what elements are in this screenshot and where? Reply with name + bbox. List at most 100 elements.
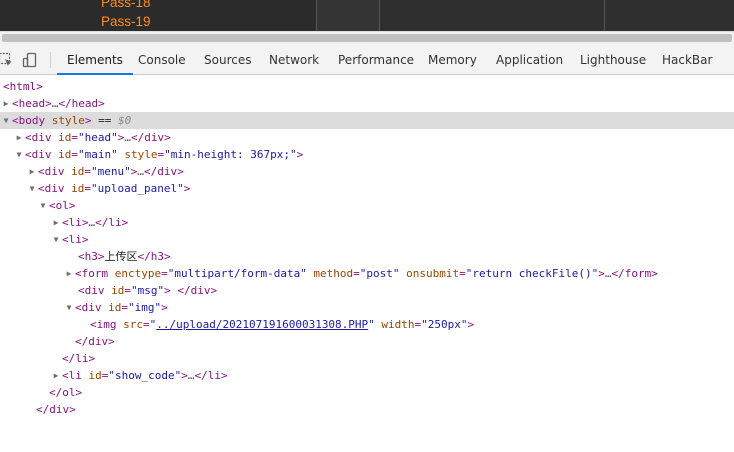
menu-link-pass-18[interactable]: Pass-18 [101, 0, 151, 11]
attr-value: "show_code" [108, 369, 182, 382]
dom-node-form[interactable]: ▶ <form enctype="multipart/form-data" me… [0, 265, 734, 282]
tag-text: <div [38, 182, 65, 195]
tag-text: = [459, 267, 466, 280]
dom-tree: <html> ▶ <head>…</head> ▼ <body style> =… [0, 76, 734, 416]
attr-value: "img" [128, 301, 162, 314]
dom-node-head[interactable]: ▶ <head>…</head> [0, 95, 734, 112]
content-panel [605, 0, 734, 31]
attr-value: "min-height: 367px;" [164, 148, 297, 161]
dom-node-close[interactable]: </li> [0, 350, 734, 367]
dom-node-h3[interactable]: <h3>上传区</h3> [0, 248, 734, 265]
tag-text: <div [75, 301, 102, 314]
dom-node-img[interactable]: <img src= "../upload/202107191600031308.P… [0, 316, 734, 333]
dom-node-div-menu[interactable]: ▶ <div id="menu">…</div> [0, 163, 734, 180]
tag-text: <div [38, 165, 65, 178]
expand-arrow-icon[interactable]: ▶ [1, 95, 11, 112]
dom-node-ol[interactable]: ▼ <ol> [0, 197, 734, 214]
attr-name: method [306, 267, 354, 280]
attr-value: "multipart/form-data" [167, 267, 307, 280]
tag-text: </div> [75, 335, 115, 348]
dom-node-div-main[interactable]: ▼ <div id="main" style="min-height: 367p… [0, 146, 734, 163]
tab-network[interactable]: Network [269, 44, 319, 74]
attr-name: src [116, 318, 143, 331]
expand-arrow-icon[interactable]: ▶ [64, 265, 74, 282]
tag-text: </li> [62, 352, 96, 365]
tag-text: <html> [3, 80, 43, 93]
tag-text: </form> [611, 267, 658, 280]
expand-arrow-icon[interactable]: ▶ [27, 163, 37, 180]
dom-node-div-head[interactable]: ▶ <div id="head">…</div> [0, 129, 734, 146]
tag-text: = [143, 318, 150, 331]
tab-performance[interactable]: Performance [338, 44, 414, 74]
attr-name: style [45, 114, 85, 127]
tag-text: > [296, 148, 304, 161]
tag-text: <body [12, 114, 46, 127]
tag-text: = [71, 131, 78, 144]
console-ref: $0 [118, 114, 132, 127]
tag-text: <li [62, 369, 82, 382]
attr-name: id [51, 148, 72, 161]
dom-node-div-img[interactable]: ▼ <div id="img"> [0, 299, 734, 316]
collapse-arrow-icon[interactable]: ▼ [51, 231, 61, 248]
collapsed-ellipsis[interactable]: … [137, 165, 144, 178]
tab-lighthouse[interactable]: Lighthouse [580, 44, 646, 74]
dom-node-close[interactable]: </ol> [0, 384, 734, 401]
tag-text: </div> [36, 403, 76, 416]
attr-name: id [81, 369, 102, 382]
attr-name: id [51, 131, 72, 144]
attr-value: "return checkFile()" [465, 267, 599, 280]
img-src-link[interactable]: ../upload/202107191600031308.PHP [156, 318, 368, 331]
dom-node-div-upload-panel[interactable]: ▼ <div id="upload_panel"> [0, 180, 734, 197]
attr-value: "msg" [131, 284, 165, 297]
expand-arrow-icon[interactable]: ▶ [14, 129, 24, 146]
device-toolbar-icon[interactable] [22, 52, 38, 68]
expand-arrow-icon[interactable]: ▶ [51, 367, 61, 384]
tag-text: = [121, 301, 128, 314]
horizontal-scrollbar[interactable] [0, 31, 734, 44]
dom-node-body[interactable]: ▼ <body style> == $0 [0, 112, 734, 129]
dom-node-li-show-code[interactable]: ▶ <li id="show_code">…</li> [0, 367, 734, 384]
tag-text: > [84, 114, 92, 127]
tab-application[interactable]: Application [496, 44, 563, 74]
collapse-arrow-icon[interactable]: ▼ [38, 197, 48, 214]
collapse-arrow-icon[interactable]: ▼ [27, 180, 37, 197]
dom-node-li[interactable]: ▼ <li> [0, 231, 734, 248]
dom-node-close[interactable]: </div> [0, 401, 734, 418]
attr-value: "menu" [91, 165, 131, 178]
tag-text: = [353, 267, 360, 280]
attr-value: "upload_panel" [91, 182, 184, 195]
tab-console[interactable]: Console [138, 44, 186, 74]
tab-hackbar[interactable]: HackBar [662, 44, 712, 74]
dom-node-html[interactable]: <html> [0, 78, 734, 95]
tag-text: > [161, 301, 168, 314]
node-text: 上传区 [104, 250, 138, 263]
attr-name: id [101, 301, 122, 314]
collapse-arrow-icon[interactable]: ▼ [64, 299, 74, 316]
scrollbar-thumb[interactable] [2, 34, 732, 42]
menu-link-pass-19[interactable]: Pass-19 [101, 14, 151, 30]
dom-node-close[interactable]: </div> [0, 333, 734, 350]
tag-text: <form [75, 267, 109, 280]
tag-text: </li> [194, 369, 228, 382]
collapse-arrow-icon[interactable]: ▼ [1, 112, 11, 129]
attr-value: "250px" [421, 318, 468, 331]
content-panel [380, 0, 604, 31]
tag-text: </li> [95, 216, 129, 229]
attr-name: width [374, 318, 415, 331]
tag-text: > [164, 284, 171, 297]
tag-text: <div [78, 284, 105, 297]
tab-elements[interactable]: Elements [57, 44, 133, 75]
collapse-arrow-icon[interactable]: ▼ [14, 146, 24, 163]
tag-text: > [598, 267, 605, 280]
expand-arrow-icon[interactable]: ▶ [51, 214, 61, 231]
attr-name: style [117, 148, 158, 161]
tag-text: <ol> [49, 199, 76, 212]
tab-memory[interactable]: Memory [428, 44, 477, 74]
dom-node-div-msg[interactable]: <div id="msg"> </div> [0, 282, 734, 299]
attr-value: " [368, 318, 375, 331]
dom-node-li[interactable]: ▶ <li>…</li> [0, 214, 734, 231]
collapsed-ellipsis[interactable]: … [124, 131, 131, 144]
tab-sources[interactable]: Sources [204, 44, 251, 74]
content-panel [317, 0, 379, 31]
inspect-element-icon[interactable] [0, 52, 14, 68]
